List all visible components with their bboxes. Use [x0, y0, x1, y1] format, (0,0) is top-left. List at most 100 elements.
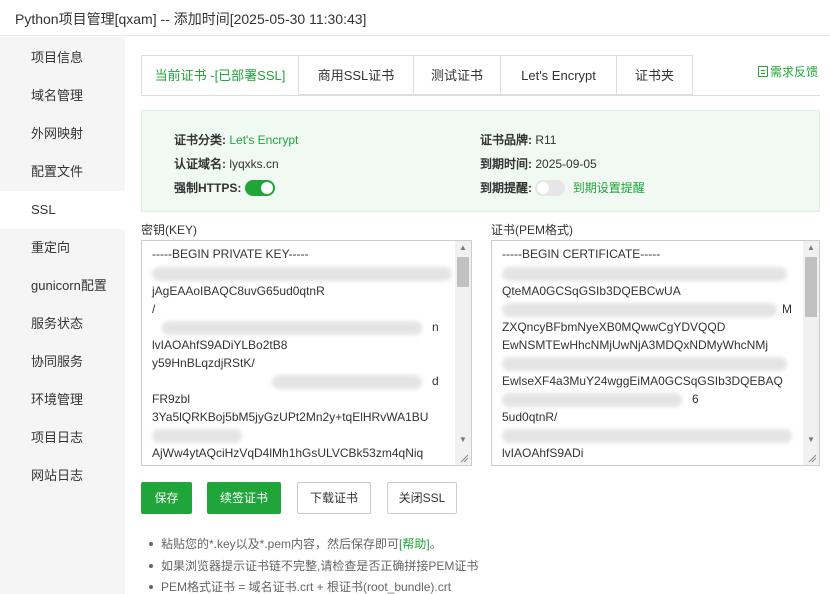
cert-domain-label: 认证域名:: [174, 157, 226, 171]
sidebar-item-external-mapping[interactable]: 外网映射: [0, 115, 125, 153]
redacted-blur: [502, 393, 682, 407]
redacted-blur: [502, 429, 792, 443]
sidebar-item-project-info[interactable]: 项目信息: [0, 39, 125, 77]
key-scrollbar[interactable]: ▲ ▼: [455, 241, 471, 465]
tip-chain: 如果浏览器提示证书链不完整,请检查是否正确拼接PEM证书: [149, 557, 478, 574]
cert-type-label: 证书分类:: [174, 133, 226, 147]
cert-line: 5ud0qtnR/: [502, 410, 558, 424]
cert-expire-row: 到期时间: 2025-09-05: [480, 155, 597, 172]
tab-current-cert[interactable]: 当前证书 -[已部署SSL]: [141, 55, 299, 95]
scroll-thumb[interactable]: [457, 257, 469, 287]
cert-type-row: 证书分类: Let's Encrypt: [174, 131, 298, 148]
cert-brand-row: 证书品牌: R11: [480, 131, 556, 148]
scroll-up-icon[interactable]: ▲: [803, 241, 819, 255]
bullet: [149, 564, 153, 568]
key-line: AjWw4ytAQciHzVqD4lMh1hGsULVCBk53zm4qNiq: [152, 446, 424, 460]
redacted-blur: [152, 267, 452, 281]
redacted-blur: [502, 357, 787, 371]
cert-line: lvIAOAhfS9ADi: [502, 446, 584, 460]
redacted-blur: [272, 375, 422, 389]
redacted-blur: [502, 303, 777, 317]
download-cert-button[interactable]: 下载证书: [297, 482, 371, 514]
cert-line: EwNSMTEwHhcNMjUwNjA3MDQxNDMyWhcNMj: [502, 338, 768, 352]
window-title: Python项目管理[qxam] -- 添加时间[2025-05-30 11:3…: [15, 11, 367, 27]
sidebar-item-service-status[interactable]: 服务状态: [0, 305, 125, 343]
sidebar-item-ssl[interactable]: SSL: [0, 191, 125, 229]
scroll-down-icon[interactable]: ▼: [803, 433, 819, 447]
tip-paste-text: 粘贴您的*.key以及*.pem内容，然后保存即可: [161, 537, 400, 551]
cert-line: ZXQncyBFbmNyeXB0MQwwCgYDVQQD: [502, 320, 726, 334]
key-line: d: [432, 374, 439, 388]
cert-line: QteMA0GCSqGSIb3DQEBCwUA: [502, 284, 681, 298]
force-https-toggle[interactable]: [244, 180, 275, 196]
scroll-thumb[interactable]: [805, 257, 817, 317]
key-line: FR9zbl: [152, 392, 191, 406]
sidebar-item-collab-service[interactable]: 协同服务: [0, 343, 125, 381]
scroll-down-icon[interactable]: ▼: [455, 433, 471, 447]
resize-handle-icon[interactable]: [459, 453, 469, 463]
tabs-divider: [141, 95, 820, 96]
save-button[interactable]: 保存: [141, 482, 192, 514]
key-line: jAgEAAoIBAQC8uvG65ud0qtnR: [152, 284, 325, 298]
cert-line: M: [782, 302, 792, 316]
cert-textarea[interactable]: -----BEGIN CERTIFICATE----- QteMA0GCSqGS…: [491, 240, 820, 466]
sidebar-item-domain[interactable]: 域名管理: [0, 77, 125, 115]
tab-lets-encrypt[interactable]: Let's Encrypt: [500, 55, 617, 95]
cert-expire-value: 2025-09-05: [535, 157, 597, 171]
cert-domain-row: 认证域名: lyqxks.cn: [174, 155, 279, 172]
sidebar-item-site-log[interactable]: 网站日志: [0, 457, 125, 495]
expire-remind-link[interactable]: 到期设置提醒: [573, 181, 645, 195]
close-ssl-button[interactable]: 关闭SSL: [387, 482, 457, 514]
key-line: 3Ya5lQRKBoj5bM5jyGzUPt2Mn2y+tqElHRvWA1BU: [152, 410, 429, 424]
redacted-blur: [502, 267, 787, 281]
cert-scrollbar[interactable]: ▲ ▼: [803, 241, 819, 465]
scroll-up-icon[interactable]: ▲: [455, 241, 471, 255]
cert-line: EwlseXF4a3MuY24wggEiMA0GCSqGSIb3DQEBAQ: [502, 374, 783, 388]
feedback-icon: [758, 66, 768, 77]
feedback-link[interactable]: 需求反馈: [758, 63, 818, 80]
tip-pem-text: PEM格式证书 = 域名证书.crt + 根证书(root_bundle).cr…: [161, 580, 452, 594]
toggle-knob: [537, 182, 550, 194]
key-line: n: [432, 320, 439, 334]
cert-info-panel: 证书分类: Let's Encrypt 证书品牌: R11 认证域名: lyqx…: [141, 110, 820, 212]
sidebar-item-config-file[interactable]: 配置文件: [0, 153, 125, 191]
key-label: 密钥(KEY): [141, 223, 198, 237]
cert-line: 6: [692, 392, 699, 406]
tip-paste: 粘贴您的*.key以及*.pem内容，然后保存即可[帮助]。: [149, 535, 442, 552]
bullet: [149, 585, 153, 589]
tip-paste-end: 。: [429, 537, 442, 551]
sidebar-item-project-log[interactable]: 项目日志: [0, 419, 125, 457]
sidebar-item-gunicorn[interactable]: gunicorn配置: [0, 267, 125, 305]
toggle-knob: [260, 182, 273, 194]
tab-cert-folder[interactable]: 证书夹: [616, 55, 693, 95]
sidebar-item-redirect[interactable]: 重定向: [0, 229, 125, 267]
help-link[interactable]: [帮助]: [399, 537, 430, 551]
bullet: [149, 542, 153, 546]
resize-handle-icon[interactable]: [807, 453, 817, 463]
force-https-row: 强制HTTPS:: [174, 179, 275, 196]
cert-brand-value: R11: [535, 133, 557, 147]
key-line: lvIAOAhfS9ADiYLBo2tB8: [152, 338, 288, 352]
tab-commercial-ssl[interactable]: 商用SSL证书: [298, 55, 414, 95]
key-line: /: [152, 302, 156, 316]
expire-remind-label: 到期提醒:: [480, 181, 532, 195]
sidebar: 项目信息 域名管理 外网映射 配置文件 SSL 重定向 gunicorn配置 服…: [0, 37, 125, 594]
expire-remind-row: 到期提醒: 到期设置提醒: [480, 179, 645, 196]
redacted-blur: [152, 429, 242, 443]
key-line: -----BEGIN PRIVATE KEY-----: [152, 247, 309, 261]
force-https-label: 强制HTTPS:: [174, 181, 242, 195]
tab-test-cert[interactable]: 测试证书: [413, 55, 501, 95]
sidebar-item-env-manage[interactable]: 环境管理: [0, 381, 125, 419]
renew-cert-button[interactable]: 续签证书: [207, 482, 281, 514]
cert-label: 证书(PEM格式): [491, 223, 573, 237]
window-titlebar: Python项目管理[qxam] -- 添加时间[2025-05-30 11:3…: [0, 0, 830, 36]
key-line: y59HnBLqzdjRStK/: [152, 356, 255, 370]
tip-pem: PEM格式证书 = 域名证书.crt + 根证书(root_bundle).cr…: [149, 578, 451, 594]
key-textarea[interactable]: -----BEGIN PRIVATE KEY----- jAgEAAoIBAQC…: [141, 240, 472, 466]
cert-domain-value: lyqxks.cn: [229, 157, 279, 171]
cert-type-value: Let's Encrypt: [229, 133, 299, 147]
expire-remind-toggle[interactable]: [535, 180, 566, 196]
cert-brand-label: 证书品牌:: [480, 133, 532, 147]
feedback-label: 需求反馈: [770, 65, 819, 79]
tip-chain-text: 如果浏览器提示证书链不完整,请检查是否正确拼接PEM证书: [161, 559, 479, 573]
